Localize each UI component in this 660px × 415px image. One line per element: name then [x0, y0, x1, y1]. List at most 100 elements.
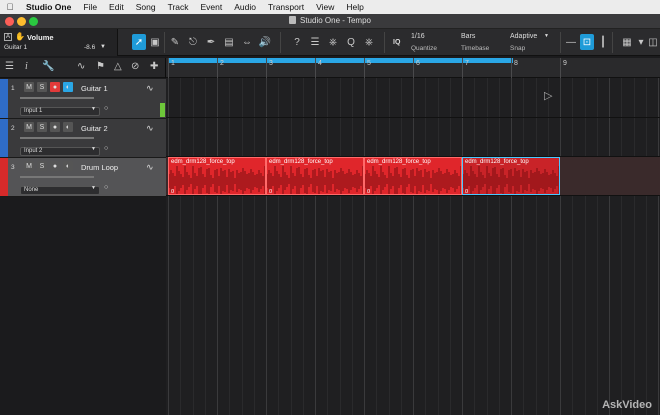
add-track-icon[interactable]: ✚: [150, 61, 158, 72]
track-name[interactable]: Guitar 2: [81, 124, 108, 133]
timebase-value[interactable]: Bars: [461, 33, 475, 40]
event-gain-value: 0: [367, 189, 371, 195]
track-color-strip[interactable]: [0, 79, 8, 118]
studio-one-window:  Studio One File Edit Song Track Event …: [0, 0, 660, 415]
track-list-toolbar: ☰ i 🔧 ∿ ⚑ △ ⊘ ✚: [0, 58, 166, 78]
listen-tool-icon[interactable]: 🔊: [258, 34, 272, 50]
transient-icon[interactable]: ⎈: [362, 34, 376, 50]
waveform: [267, 166, 363, 194]
track-header-1[interactable]: 1 M S ● ◐ Guitar 1 ∿ Input 1 ▼ ○: [0, 79, 166, 119]
menu-audio[interactable]: Audio: [228, 2, 262, 12]
apple-menu-icon[interactable]: : [0, 2, 20, 12]
input-settings-icon[interactable]: ○: [104, 105, 108, 112]
mute-button[interactable]: M: [24, 122, 34, 132]
monitor-button[interactable]: ◐: [63, 122, 73, 132]
info-param: Volume: [27, 33, 54, 42]
arrange-view[interactable]: edm_drm128_force_top 0 edm_drm128_force_t…: [166, 78, 660, 415]
window-title-text: Studio One - Tempo: [299, 16, 371, 25]
record-arm-button[interactable]: ●: [50, 122, 60, 132]
mute-tool-icon[interactable]: ▤: [222, 34, 236, 50]
strip-silence-icon[interactable]: ☰: [308, 34, 322, 50]
audio-event[interactable]: edm_drm128_force_top 0: [168, 157, 266, 195]
volume-slider[interactable]: [20, 176, 94, 178]
bend-tool-icon[interactable]: ⇔: [240, 34, 254, 50]
track-name[interactable]: Guitar 1: [81, 84, 108, 93]
track-header-3[interactable]: 3 M S ● ◐ Drum Loop ∿ None ▼ ○: [0, 158, 166, 197]
eraser-tool-icon[interactable]: ⎋: [186, 34, 200, 50]
chevron-down-icon[interactable]: ▼: [100, 44, 106, 50]
layout-icon[interactable]: ▦: [620, 34, 634, 50]
track-header-2[interactable]: 2 M S ● ◐ Guitar 2 ∿ Input 2 ▼ ○: [0, 119, 166, 158]
waveform-icon[interactable]: ∿: [146, 162, 154, 173]
audio-event[interactable]: edm_drm128_force_top 0: [462, 157, 560, 195]
paint-tool-icon[interactable]: ✒: [204, 34, 218, 50]
input-settings-icon[interactable]: ○: [104, 184, 108, 191]
quantize-icon[interactable]: Q: [344, 34, 358, 50]
chevron-down-icon[interactable]: ▼: [91, 106, 96, 112]
track-name[interactable]: Drum Loop: [81, 163, 118, 172]
menu-transport[interactable]: Transport: [262, 2, 310, 12]
solo-button[interactable]: S: [37, 161, 47, 171]
input-select[interactable]: Input 2: [20, 147, 100, 156]
record-arm-button[interactable]: ●: [50, 82, 60, 92]
menu-view[interactable]: View: [310, 2, 340, 12]
waveform-icon[interactable]: ∿: [146, 123, 154, 134]
range-tool-icon[interactable]: ▣: [148, 34, 162, 50]
menu-song[interactable]: Song: [130, 2, 162, 12]
input-select[interactable]: None: [20, 186, 100, 195]
record-arm-button[interactable]: ●: [50, 161, 60, 171]
snap-toggle-icon[interactable]: ⊡: [580, 34, 594, 50]
snap-options-icon[interactable]: ┃: [596, 34, 610, 50]
mute-button[interactable]: M: [24, 82, 34, 92]
event-gain-value: 0: [465, 189, 469, 195]
menu-help[interactable]: Help: [340, 2, 369, 12]
audio-event[interactable]: edm_drm128_force_top 0: [266, 157, 364, 195]
volume-slider[interactable]: [20, 137, 94, 139]
snap-value[interactable]: Adaptive: [510, 33, 537, 40]
clock-icon[interactable]: ⊘: [131, 61, 139, 72]
split-tool-icon[interactable]: ✎: [168, 34, 182, 50]
event-gain-value: 0: [269, 189, 273, 195]
chevron-down-icon[interactable]: ▼: [91, 146, 96, 152]
input-settings-icon[interactable]: ○: [104, 145, 108, 152]
solo-button[interactable]: S: [37, 122, 47, 132]
flag-icon[interactable]: ⚑: [96, 61, 105, 72]
mute-button[interactable]: M: [24, 161, 34, 171]
monitor-button[interactable]: ◐: [63, 82, 73, 92]
track-color-strip[interactable]: [0, 158, 8, 196]
arrow-tool-icon[interactable]: ➚: [132, 34, 146, 50]
waveform-icon[interactable]: ∿: [146, 83, 154, 94]
track-color-strip[interactable]: [0, 119, 8, 157]
ruler-bar-number: 6: [416, 60, 420, 67]
monitor-button[interactable]: ◐: [63, 161, 73, 171]
menu-edit[interactable]: Edit: [103, 2, 130, 12]
ruler-tick: [511, 58, 512, 78]
chevron-down-icon[interactable]: ▼: [544, 33, 549, 39]
app-menu[interactable]: Studio One: [20, 2, 77, 12]
snap-grid-icon[interactable]: —: [564, 34, 578, 50]
menu-file[interactable]: File: [77, 2, 103, 12]
input-select-value: Input 1: [24, 108, 43, 114]
info-mode-box[interactable]: A: [4, 33, 12, 41]
inspector-icon[interactable]: i: [25, 61, 28, 72]
tempo-icon[interactable]: △: [114, 61, 122, 72]
solo-button[interactable]: S: [37, 82, 47, 92]
chevron-down-icon[interactable]: ▼: [91, 185, 96, 191]
help-icon[interactable]: ?: [290, 34, 304, 50]
ruler-bar-number: 4: [318, 60, 322, 67]
automation-icon[interactable]: ∿: [77, 61, 85, 72]
quantize-value[interactable]: 1/16: [411, 33, 425, 40]
track-list-icon[interactable]: ☰: [5, 61, 14, 72]
menu-track[interactable]: Track: [162, 2, 195, 12]
volume-slider[interactable]: [20, 97, 94, 99]
timeline-ruler[interactable]: 1 2 3 4 5 6 7 8 9: [166, 58, 660, 78]
audio-bend-icon[interactable]: ⎈: [326, 34, 340, 50]
audio-event[interactable]: edm_drm128_force_top 0: [364, 157, 462, 195]
wrench-icon[interactable]: 🔧: [42, 61, 54, 72]
input-select[interactable]: Input 1: [20, 107, 100, 116]
iq-label[interactable]: IQ: [393, 39, 400, 46]
mixer-icon[interactable]: ◫: [646, 34, 660, 50]
info-value[interactable]: -8.6: [84, 44, 95, 51]
menu-event[interactable]: Event: [195, 2, 229, 12]
ruler-bar-number: 5: [367, 60, 371, 67]
